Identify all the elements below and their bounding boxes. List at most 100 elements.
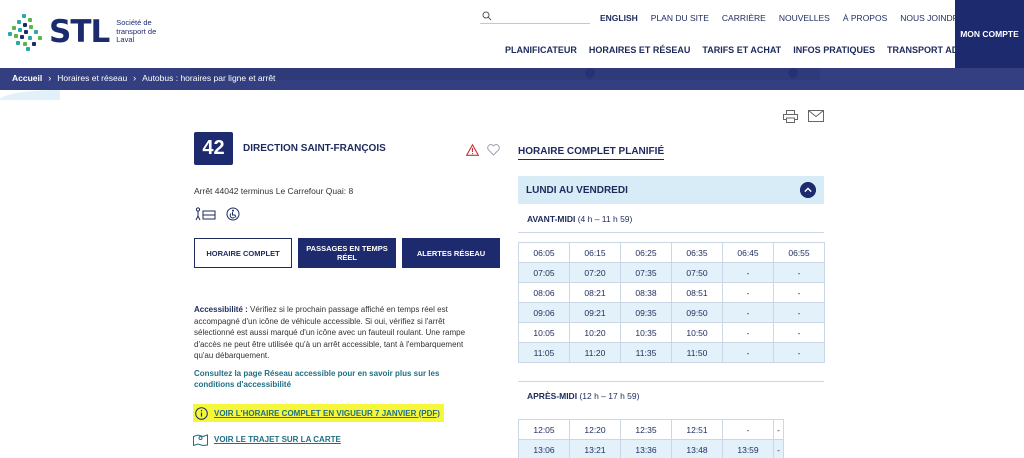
time-cell: 13:21 xyxy=(569,439,621,458)
time-cell: 08:06 xyxy=(518,282,570,303)
nav-planner[interactable]: PLANIFICATEUR xyxy=(505,45,577,55)
time-cell: 06:15 xyxy=(569,242,621,263)
chevron-right-icon: › xyxy=(133,73,137,83)
time-cell: - xyxy=(773,419,784,440)
breadcrumb: Accueil › Horaires et réseau › Autobus :… xyxy=(12,73,275,83)
am-schedule-table: 06:05 06:15 06:25 06:35 06:45 06:55 07:0… xyxy=(518,242,825,363)
day-accordion-header[interactable]: LUNDI AU VENDREDI xyxy=(518,176,824,204)
map-route-link[interactable]: VOIR LE TRAJET SUR LA CARTE xyxy=(193,433,341,446)
time-cell: 12:05 xyxy=(518,419,570,440)
day-label: LUNDI AU VENDREDI xyxy=(526,184,628,196)
am-range: (4 h – 11 h 59) xyxy=(577,214,633,224)
top-link-site-map[interactable]: PLAN DU SITE xyxy=(651,13,709,23)
chevron-up-icon[interactable] xyxy=(800,182,816,198)
stop-info: Arrêt 44042 terminus Le Carrefour Quai: … xyxy=(194,186,354,196)
alert-triangle-icon[interactable] xyxy=(466,144,479,156)
heart-icon[interactable] xyxy=(487,144,500,156)
route-actions xyxy=(466,144,500,156)
time-cell: 08:21 xyxy=(569,282,621,303)
time-cell: 07:05 xyxy=(518,262,570,283)
time-cell: 13:48 xyxy=(671,439,723,458)
time-cell: - xyxy=(722,282,774,303)
time-cell: 06:55 xyxy=(773,242,825,263)
time-cell: 13:36 xyxy=(620,439,672,458)
time-cell: 07:35 xyxy=(620,262,672,283)
nav-practical-info[interactable]: INFOS PRATIQUES xyxy=(793,45,875,55)
time-cell: 10:20 xyxy=(569,322,621,343)
top-link-careers[interactable]: CARRIÈRE xyxy=(722,13,766,23)
table-row: 07:05 07:20 07:35 07:50 - - xyxy=(518,262,825,283)
divider xyxy=(518,232,824,233)
divider xyxy=(518,381,824,382)
time-cell: - xyxy=(722,342,774,363)
time-cell: 11:50 xyxy=(671,342,723,363)
time-cell: 12:35 xyxy=(620,419,672,440)
time-cell: 09:06 xyxy=(518,302,570,323)
logo-text: STL xyxy=(49,14,110,50)
time-cell: - xyxy=(722,262,774,283)
accessible-network-link[interactable]: Consultez la page Réseau accessible pour… xyxy=(194,368,476,390)
top-link-about[interactable]: À PROPOS xyxy=(843,13,887,23)
time-cell: 13:06 xyxy=(518,439,570,458)
site-header: STL Société de transport de Laval ENGLIS… xyxy=(0,0,1024,68)
table-row: 09:06 09:21 09:35 09:50 - - xyxy=(518,302,825,323)
time-cell: 09:50 xyxy=(671,302,723,323)
breadcrumb-schedules[interactable]: Horaires et réseau xyxy=(57,73,127,83)
top-link-english[interactable]: ENGLISH xyxy=(600,13,638,23)
time-cell: 12:20 xyxy=(569,419,621,440)
nav-schedules-network[interactable]: HORAIRES ET RÉSEAU xyxy=(589,45,691,55)
tab-full-schedule[interactable]: HORAIRE COMPLET xyxy=(194,238,292,268)
route-direction: DIRECTION SAINT-FRANÇOIS xyxy=(243,143,386,154)
top-links: ENGLISH PLAN DU SITE CARRIÈRE NOUVELLES … xyxy=(600,13,978,23)
breadcrumb-home[interactable]: Accueil xyxy=(12,73,42,83)
search-input[interactable] xyxy=(480,10,590,24)
time-cell: 07:50 xyxy=(671,262,723,283)
time-cell: - xyxy=(773,342,825,363)
top-link-news[interactable]: NOUVELLES xyxy=(779,13,830,23)
my-account-button[interactable]: MON COMPTE xyxy=(955,0,1024,68)
wheelchair-icon xyxy=(226,207,240,221)
am-period-label: AVANT-MIDI (4 h – 11 h 59) xyxy=(527,214,632,224)
pdf-schedule-link[interactable]: VOIR L'HORAIRE COMPLET EN VIGUEUR 7 JANV… xyxy=(193,404,444,422)
time-cell: - xyxy=(773,282,825,303)
pm-period-label: APRÈS-MIDI (12 h – 17 h 59) xyxy=(527,391,639,401)
utility-icons xyxy=(783,110,824,123)
time-cell: - xyxy=(773,262,825,283)
time-cell: 08:51 xyxy=(671,282,723,303)
print-icon[interactable] xyxy=(783,110,798,123)
page: STL Société de transport de Laval ENGLIS… xyxy=(0,0,1024,458)
time-cell: 10:05 xyxy=(518,322,570,343)
time-cell: 09:35 xyxy=(620,302,672,323)
time-cell: 11:20 xyxy=(569,342,621,363)
table-row: 10:05 10:20 10:35 10:50 - - xyxy=(518,322,825,343)
time-cell: 06:45 xyxy=(722,242,774,263)
decorative-curve xyxy=(0,90,60,100)
stop-feature-icons xyxy=(194,207,240,221)
pm-label: APRÈS-MIDI xyxy=(527,391,578,401)
breadcrumb-current: Autobus : horaires par ligne et arrêt xyxy=(142,73,276,83)
time-cell: 08:38 xyxy=(620,282,672,303)
tab-network-alerts[interactable]: ALERTES RÉSEAU xyxy=(402,238,500,268)
time-cell: 06:05 xyxy=(518,242,570,263)
time-cell: 11:35 xyxy=(620,342,672,363)
time-cell: 06:35 xyxy=(671,242,723,263)
map-route-link-label: VOIR LE TRAJET SUR LA CARTE xyxy=(214,435,341,444)
accessibility-note: Accessibilité : Vérifiez si le prochain … xyxy=(194,304,476,362)
pdf-schedule-link-label: VOIR L'HORAIRE COMPLET EN VIGUEUR 7 JANV… xyxy=(214,408,440,418)
chevron-right-icon: › xyxy=(48,73,52,83)
table-row: 11:05 11:20 11:35 11:50 - - xyxy=(518,342,825,363)
stl-logo[interactable]: STL Société de transport de Laval xyxy=(8,14,176,51)
time-cell: 11:05 xyxy=(518,342,570,363)
email-icon[interactable] xyxy=(808,110,824,122)
time-cell: 10:50 xyxy=(671,322,723,343)
time-cell: 12:51 xyxy=(671,419,723,440)
schedule-title: HORAIRE COMPLET PLANIFIÉ xyxy=(518,146,665,160)
table-row: 13:06 13:21 13:36 13:48 13:59 - xyxy=(518,439,784,458)
map-icon xyxy=(193,434,208,446)
tab-realtime[interactable]: PASSAGES EN TEMPS RÉEL xyxy=(298,238,396,268)
nav-fares[interactable]: TARIFS ET ACHAT xyxy=(702,45,781,55)
time-cell: 09:21 xyxy=(569,302,621,323)
time-cell: 10:35 xyxy=(620,322,672,343)
search-bar-ghost xyxy=(190,68,820,80)
route-number-badge: 42 xyxy=(194,132,233,165)
